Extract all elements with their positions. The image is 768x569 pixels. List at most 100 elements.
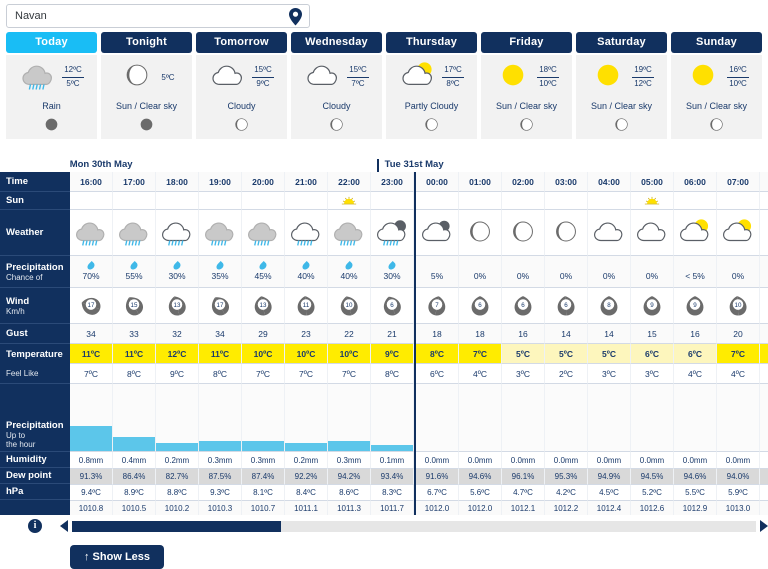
day-tab-tonight[interactable]: Tonight <box>101 32 192 53</box>
humidity-cell: 89.5% <box>760 469 768 485</box>
scroll-left-arrow-icon[interactable] <box>60 520 68 532</box>
precipitation-chance-cell: 55% <box>113 256 156 288</box>
dew-point-cell: 9.4ºC <box>70 485 113 501</box>
card-high-temp: 16ºC <box>727 65 749 78</box>
day-tab-today[interactable]: Today <box>6 32 97 53</box>
card-condition-label: Cloudy <box>322 101 351 111</box>
svg-text:17: 17 <box>217 301 224 308</box>
humidity-cell: 94.2% <box>328 469 371 485</box>
card-high-temp: 12ºC <box>62 65 84 78</box>
precip-chance-value: 40% <box>340 271 358 281</box>
dew-point-cell: 4.5ºC <box>588 485 631 501</box>
precipitation-amount-cell: 0.2mm <box>156 452 199 469</box>
hour-column: 22:00 40% 10 22 10ºC 7ºC 0.3mm 94.2% 8.6ºC 1011.3 <box>328 172 371 517</box>
horizontal-scrollbar-thumb[interactable] <box>72 520 281 532</box>
hour-time-cell: 06:00 <box>674 172 717 192</box>
precipitation-amount-cell: 0.0mm <box>502 452 545 469</box>
precipitation-chance-cell: 0% <box>717 256 760 288</box>
precipitation-amount-cell: 0.0mm <box>760 452 768 469</box>
temperature-cell: 12ºC <box>156 344 199 364</box>
day-tab-friday[interactable]: Friday <box>481 32 572 53</box>
precipitation-chance-cell: 45% <box>242 256 285 288</box>
show-less-button[interactable]: ↑ Show Less <box>70 545 165 569</box>
wind-direction-icon: 7 <box>428 295 446 316</box>
gust-cell: 15 <box>631 324 674 344</box>
hour-column: 21:00 40% 11 23 10ºC 7ºC 0.2mm 92.2% 8.4ºC 1011.1 <box>285 172 328 517</box>
temperature-cell: 5ºC <box>502 344 545 364</box>
precipitation-bar <box>371 444 413 451</box>
card-high-temp: 17ºC <box>442 65 464 78</box>
gust-cell: 18 <box>459 324 502 344</box>
humidity-cell: 93.4% <box>371 469 414 485</box>
sun-event-cell <box>588 192 631 210</box>
info-icon[interactable]: i <box>28 519 42 533</box>
precipitation-amount-cell: 0.0mm <box>588 452 631 469</box>
row-label-title: Weather <box>6 227 44 238</box>
temperature-cell: 5ºC <box>545 344 588 364</box>
day-card[interactable]: 16ºC 10ºC Sun / Clear sky <box>671 55 762 139</box>
waxing-crescent-moon-icon <box>615 118 628 136</box>
row-label-title: Gust <box>6 328 28 339</box>
sun-behind-cloud-icon <box>677 217 713 248</box>
day-card[interactable]: 15ºC 9ºC Cloudy <box>196 55 287 139</box>
precipitation-bar <box>199 440 241 451</box>
svg-text:6: 6 <box>478 301 482 308</box>
waxing-crescent-moon-icon <box>710 118 723 136</box>
svg-text:7: 7 <box>435 301 439 308</box>
sun-event-cell <box>328 192 371 210</box>
precipitation-bar-cell <box>545 384 588 452</box>
wind-cell: 8 <box>588 288 631 324</box>
day-tab-wednesday[interactable]: Wednesday <box>291 32 382 53</box>
card-low-temp: 5ºC <box>66 79 80 88</box>
hour-column: 23:00 30% 6 21 9ºC 8ºC 0.1mm 93.4% 8.3ºC 1011.7 <box>371 172 414 517</box>
weather-icon-cell <box>113 210 156 256</box>
dew-point-cell: 8.6ºC <box>328 485 371 501</box>
hour-column: 01:00 0% 6 18 7ºC 4ºC 0.0mm 94.6% 5.6ºC 1012.0 <box>459 172 502 517</box>
temperature-cell: 10ºC <box>285 344 328 364</box>
row-label-sub: Chance of <box>6 272 43 282</box>
scroll-right-arrow-icon[interactable] <box>760 520 768 532</box>
sun-behind-cloud-icon <box>720 217 756 248</box>
waxing-crescent-moon-icon <box>520 118 533 136</box>
precipitation-bar <box>328 440 370 451</box>
day-card[interactable]: 17ºC 8ºC Partly Cloudy <box>386 55 477 139</box>
cloud-icon <box>591 217 627 248</box>
precipitation-amount-cell: 0.3mm <box>199 452 242 469</box>
card-condition-label: Sun / Clear sky <box>495 101 558 111</box>
precipitation-bar-cell <box>70 384 113 452</box>
wind-cell: 11 <box>285 288 328 324</box>
day-tab-saturday[interactable]: Saturday <box>576 32 667 53</box>
search-input[interactable] <box>7 5 309 27</box>
day-tab-thursday[interactable]: Thursday <box>386 32 477 53</box>
wind-cell: 13 <box>242 288 285 324</box>
humidity-cell: 87.4% <box>242 469 285 485</box>
wind-cell: 9 <box>631 288 674 324</box>
day-card[interactable]: 5ºC Sun / Clear sky <box>101 55 192 139</box>
rain-cloud-icon <box>19 60 57 95</box>
location-pin-icon[interactable] <box>288 8 303 31</box>
card-condition-label: Sun / Clear sky <box>685 101 748 111</box>
svg-text:6: 6 <box>390 301 394 308</box>
hour-time-cell: 08:00 <box>760 172 768 192</box>
day-card[interactable]: 18ºC 10ºC Sun / Clear sky <box>481 55 572 139</box>
cloud-icon <box>634 217 670 248</box>
horizontal-scrollbar-track[interactable] <box>72 520 756 532</box>
wind-cell: 10 <box>717 288 760 324</box>
hour-column: 19:00 35% 17 34 11ºC 8ºC 0.3mm 87.5% 9.3ºC 1010.3 <box>199 172 242 517</box>
precipitation-bar-cell <box>113 384 156 452</box>
day-tab-tomorrow[interactable]: Tomorrow <box>196 32 287 53</box>
sun-event-cell <box>674 192 717 210</box>
hour-column: 06:00 < 5% 9 16 6ºC 4ºC 0.0mm 94.6% 5.5ºC 1012.9 <box>674 172 717 517</box>
svg-text:8: 8 <box>607 301 611 308</box>
precip-chance-value: 0% <box>473 271 487 281</box>
day-card[interactable]: 19ºC 12ºC Sun / Clear sky <box>576 55 667 139</box>
day-card[interactable]: 15ºC 7ºC Cloudy <box>291 55 382 139</box>
wind-direction-icon: 17 <box>81 297 101 315</box>
precipitation-amount-cell: 0.8mm <box>70 452 113 469</box>
day-card[interactable]: 12ºC 5ºC Rain <box>6 55 97 139</box>
hour-time-cell: 20:00 <box>242 172 285 192</box>
precipitation-chance-cell: 0% <box>588 256 631 288</box>
feel-like-cell: 4ºC <box>717 364 760 384</box>
day-tab-sunday[interactable]: Sunday <box>671 32 762 53</box>
location-search-box[interactable] <box>6 4 310 28</box>
